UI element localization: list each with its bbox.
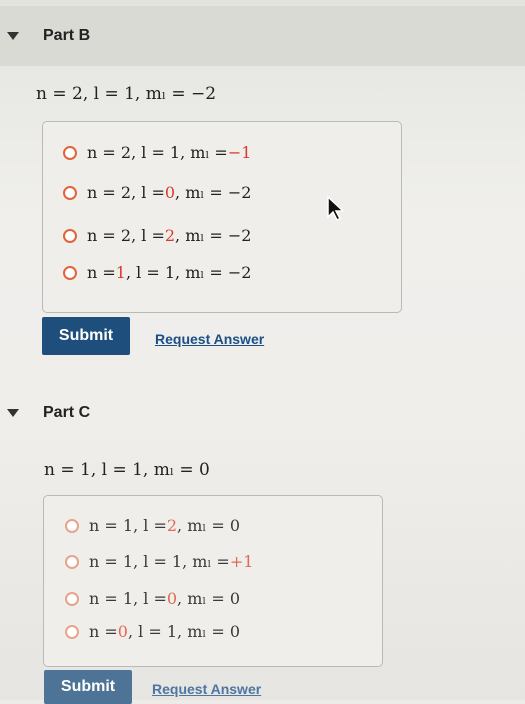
part-c-header[interactable]: Part C xyxy=(0,385,525,441)
option-text-highlight: +1 xyxy=(229,552,254,571)
part-b-question: n = 2, l = 1, mₗ = −2 xyxy=(36,84,217,104)
collapse-triangle-icon[interactable] xyxy=(7,32,19,40)
radio-icon[interactable] xyxy=(63,228,77,243)
option-text-pre: n = 2, l = xyxy=(87,183,165,202)
option-text-pre: n = 2, l = xyxy=(87,226,165,245)
part-c-request-answer-link[interactable]: Request Answer xyxy=(152,681,261,697)
option-text-pre: n = 1, l = xyxy=(89,516,167,535)
option-text-highlight: 0 xyxy=(166,589,178,608)
collapse-triangle-icon[interactable] xyxy=(7,409,19,417)
option-text-highlight: 0 xyxy=(164,183,176,202)
part-b-request-answer-link[interactable]: Request Answer xyxy=(155,331,264,347)
radio-icon[interactable] xyxy=(65,518,79,533)
option-text-post: , mₗ = 0 xyxy=(177,516,241,535)
option-text-post: , l = 1, mₗ = −2 xyxy=(125,263,252,282)
part-c-submit-button[interactable]: Submit xyxy=(44,670,132,704)
part-c-title: Part C xyxy=(43,404,91,421)
part-b-options-box: n = 2, l = 1, mₗ = −1 n = 2, l = 0, mₗ =… xyxy=(42,121,402,313)
option-text-post: , l = 1, mₗ = 0 xyxy=(127,622,241,641)
radio-icon[interactable] xyxy=(65,624,79,639)
part-c-option-2[interactable]: n = 1, l = 1, mₗ = +1 xyxy=(65,552,253,571)
option-text-pre: n = 1, l = 1, mₗ = xyxy=(89,552,230,571)
option-text-highlight: 2 xyxy=(164,226,176,245)
option-text-pre: n = xyxy=(89,622,118,641)
radio-icon[interactable] xyxy=(65,554,79,569)
option-text-post: , mₗ = 0 xyxy=(177,589,241,608)
option-text-highlight: 0 xyxy=(117,622,128,641)
radio-icon[interactable] xyxy=(63,185,77,200)
option-text-post: , mₗ = −2 xyxy=(175,183,252,202)
option-text-highlight: 2 xyxy=(166,516,178,535)
part-c-option-4[interactable]: n = 0, l = 1, mₗ = 0 xyxy=(65,622,240,641)
part-b-option-4[interactable]: n = 1, l = 1, mₗ = −2 xyxy=(63,263,251,282)
part-c-question: n = 1, l = 1, mₗ = 0 xyxy=(44,460,210,480)
part-b-header[interactable]: Part B xyxy=(0,6,525,66)
option-text-post: , mₗ = −2 xyxy=(175,226,252,245)
radio-icon[interactable] xyxy=(63,265,77,280)
radio-icon[interactable] xyxy=(65,591,79,606)
option-text-highlight: −1 xyxy=(227,143,252,162)
part-b-title: Part B xyxy=(43,27,91,44)
part-b-option-3[interactable]: n = 2, l = 2, mₗ = −2 xyxy=(63,226,251,245)
part-b-option-2[interactable]: n = 2, l = 0, mₗ = −2 xyxy=(63,183,251,202)
part-c-option-3[interactable]: n = 1, l = 0, mₗ = 0 xyxy=(65,589,240,608)
part-c-option-1[interactable]: n = 1, l = 2, mₗ = 0 xyxy=(65,516,240,535)
option-text-pre: n = 1, l = xyxy=(89,589,167,608)
screen: Part B n = 2, l = 1, mₗ = −2 n = 2, l = … xyxy=(0,0,525,704)
option-text-pre: n = xyxy=(87,263,116,282)
radio-icon[interactable] xyxy=(63,145,77,160)
mouse-pointer-icon xyxy=(327,196,345,222)
option-text-pre: n = 2, l = 1, mₗ = xyxy=(87,143,228,162)
part-b-option-1[interactable]: n = 2, l = 1, mₗ = −1 xyxy=(63,143,251,162)
option-text-highlight: 1 xyxy=(115,263,126,282)
part-c-options-box: n = 1, l = 2, mₗ = 0 n = 1, l = 1, mₗ = … xyxy=(43,495,383,667)
part-b-submit-button[interactable]: Submit xyxy=(42,317,130,355)
